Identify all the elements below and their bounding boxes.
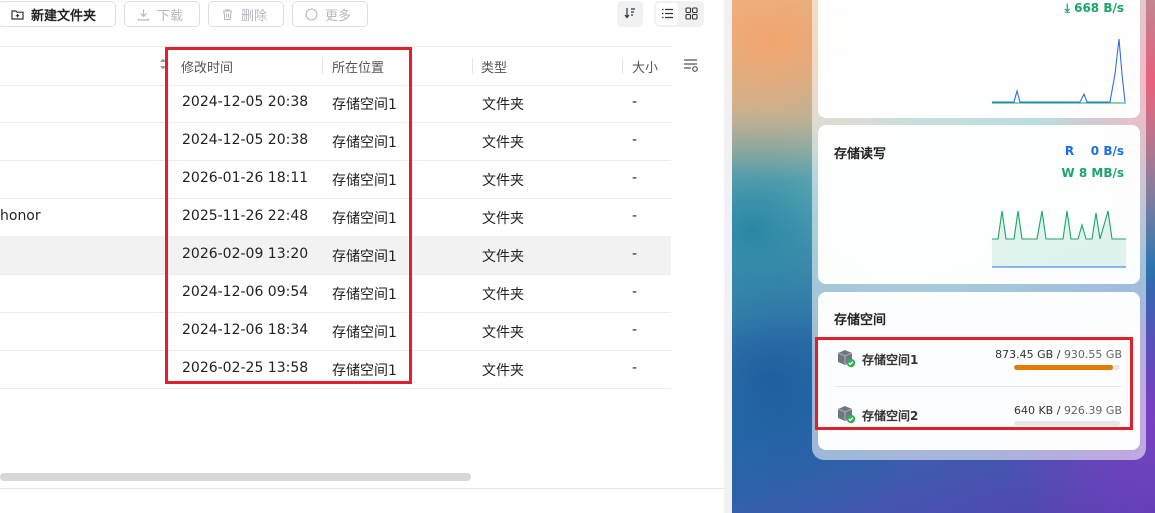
storage-space-title: 存储空间 — [834, 313, 887, 328]
column-settings-icon[interactable] — [683, 57, 699, 77]
storage-io-graph — [992, 210, 1126, 268]
folder-plus-icon — [11, 8, 24, 21]
row-size: - — [632, 360, 638, 376]
grid-view-icon — [684, 5, 698, 24]
column-size[interactable]: 大小 — [632, 57, 658, 76]
bottom-divider — [0, 488, 724, 489]
write-rate: W 8 MB/s — [1061, 166, 1124, 180]
row-size: - — [632, 322, 638, 338]
row-type: 文件夹 — [482, 135, 524, 151]
row-type: 文件夹 — [482, 363, 524, 379]
row-size: - — [632, 132, 638, 148]
file-name: honor — [0, 208, 41, 224]
sort-button[interactable] — [617, 1, 643, 27]
desktop-widget-area: ⤓ 668 B/s 存储读写 R 0 B/s W 8 MB/s 存储空间 存储空… — [732, 0, 1155, 513]
row-size: - — [632, 246, 638, 262]
read-rate: R 0 B/s — [1064, 144, 1124, 158]
list-view-button[interactable] — [656, 3, 678, 25]
annotation-box-storage — [815, 337, 1133, 430]
horizontal-scrollbar[interactable] — [0, 473, 471, 481]
more-button[interactable]: 更多 — [292, 1, 368, 27]
annotation-box-columns — [165, 47, 412, 384]
row-type: 文件夹 — [482, 173, 524, 189]
download-label: 下载 — [157, 8, 184, 24]
list-view-icon — [661, 5, 674, 24]
row-size: - — [632, 170, 638, 186]
new-folder-button[interactable]: 新建文件夹 — [0, 1, 116, 27]
download-arrow-icon: ⤓ — [1064, 1, 1075, 15]
download-rate: ⤓ 668 B/s — [1064, 1, 1124, 15]
row-type: 文件夹 — [482, 287, 524, 303]
panel-divider — [724, 0, 732, 513]
sort-icon — [623, 5, 637, 24]
row-type: 文件夹 — [482, 249, 524, 265]
delete-button[interactable]: 删除 — [208, 1, 284, 27]
download-icon — [137, 8, 150, 21]
network-card: ⤓ 668 B/s — [818, 0, 1140, 118]
row-size: - — [632, 284, 638, 300]
network-graph — [992, 38, 1126, 104]
more-circle-icon — [305, 7, 318, 21]
trash-icon — [221, 8, 234, 21]
row-size: - — [632, 208, 638, 224]
new-folder-label: 新建文件夹 — [31, 8, 97, 24]
storage-io-card[interactable]: 存储读写 R 0 B/s W 8 MB/s — [818, 125, 1140, 284]
view-toggle — [654, 1, 704, 27]
more-label: 更多 — [325, 8, 352, 24]
storage-io-title: 存储读写 — [834, 147, 887, 162]
column-type[interactable]: 类型 — [481, 57, 507, 76]
file-manager-panel: 新建文件夹 下载 删除 更多 修改时间 所在位置 类型 大小 2024-12-0… — [0, 0, 724, 513]
row-type: 文件夹 — [482, 97, 524, 113]
delete-label: 删除 — [241, 8, 268, 24]
grid-view-button[interactable] — [680, 3, 702, 25]
row-size: - — [632, 94, 638, 110]
download-button[interactable]: 下载 — [124, 1, 200, 27]
row-type: 文件夹 — [482, 325, 524, 341]
row-type: 文件夹 — [482, 211, 524, 227]
